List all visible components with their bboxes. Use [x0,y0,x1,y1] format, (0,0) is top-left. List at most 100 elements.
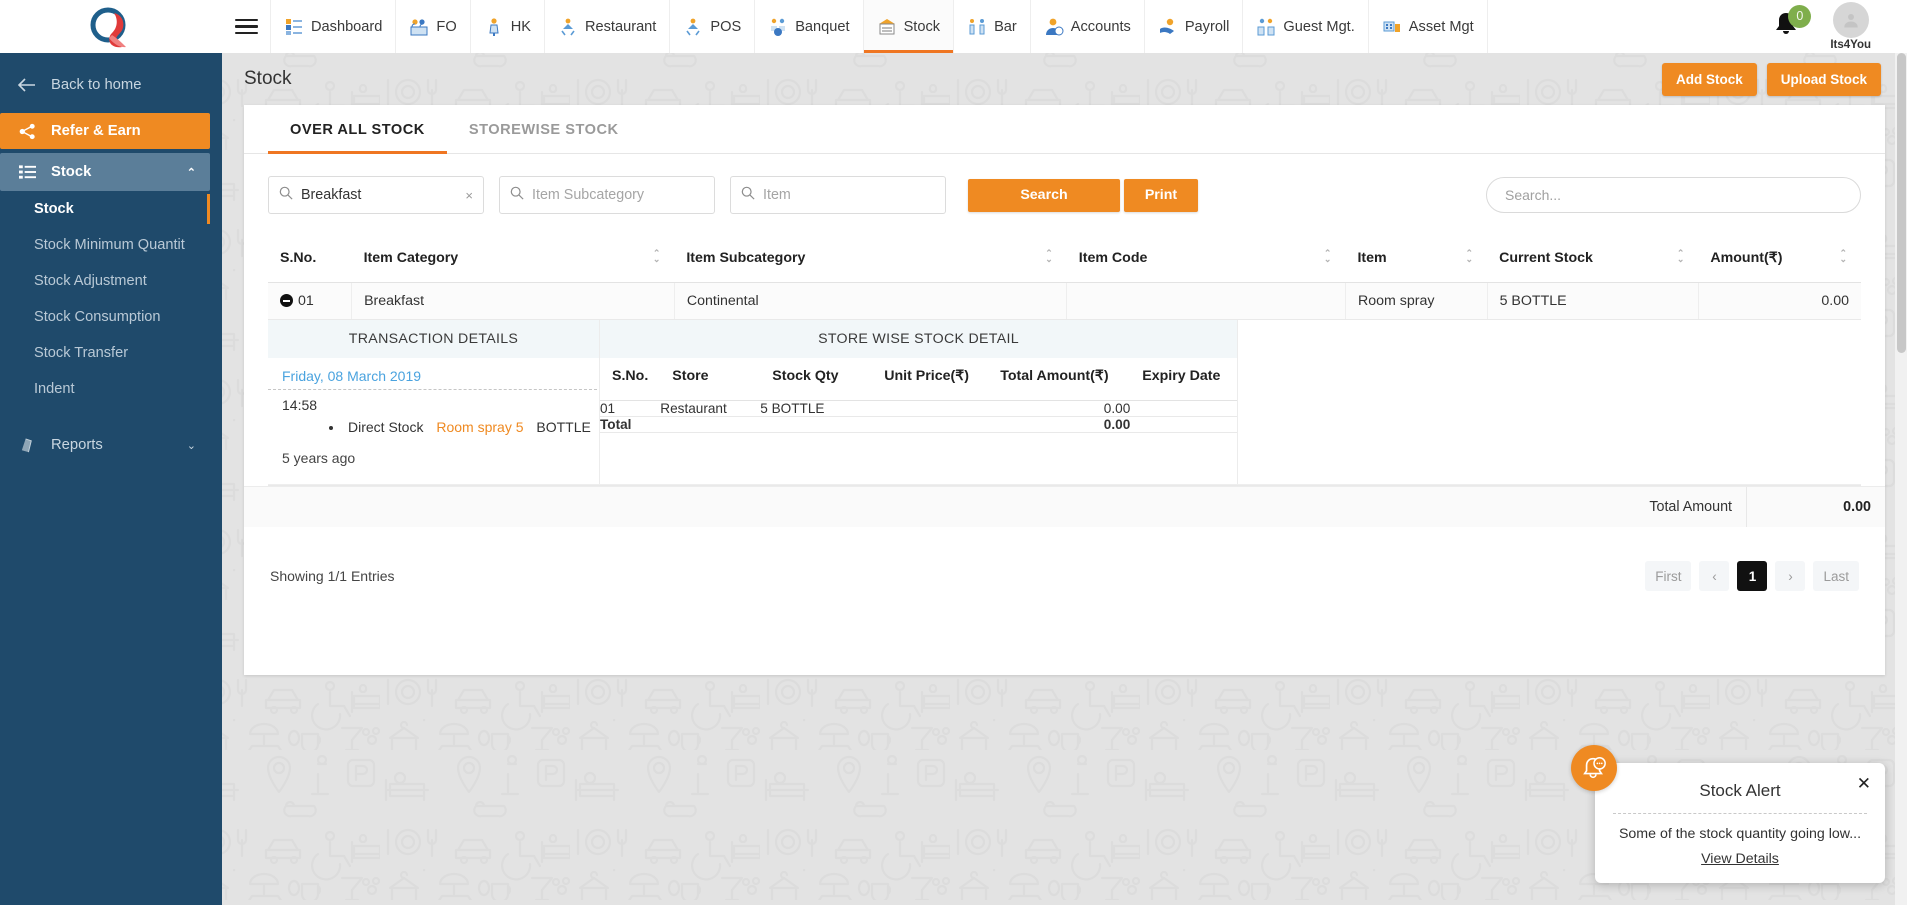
tab-over-all-stock[interactable]: OVER ALL STOCK [268,105,447,154]
transaction-time: 14:58 [282,397,318,413]
sidebar-sub-label: Stock Transfer [34,345,129,361]
search-button[interactable]: Search [968,178,1120,212]
clear-category-icon[interactable]: × [457,188,473,203]
sort-amount-icon[interactable]: ⌃ ⌄ [1839,249,1847,264]
pagination-next[interactable]: › [1775,561,1806,591]
upload-stock-button[interactable]: Upload Stock [1766,62,1881,96]
th-current-stock[interactable]: Current Stock ⌃ ⌄ [1487,240,1699,283]
sort-current-stock-icon[interactable]: ⌃ ⌄ [1677,249,1685,264]
pagination-prev[interactable]: ‹ [1699,561,1730,591]
page-scrollbar[interactable] [1895,53,1907,905]
view-details-link[interactable]: View Details [1613,851,1867,867]
sw-cell-stock-qty: 5 BOTTLE [760,400,873,417]
sidebar-group-reports[interactable]: Reports ⌄ [0,425,222,465]
row-sno: 01 [298,293,314,309]
app-logo[interactable] [0,0,222,53]
storewise-stock-detail-panel: STORE WISE STOCK DETAIL S.No. Store Stoc… [600,320,1238,484]
scrollbar-thumb[interactable] [1897,53,1906,353]
th-label: Item Subcategory [686,250,806,266]
pagination-page-1[interactable]: 1 [1737,561,1768,591]
nav-item-hk[interactable]: HK [469,0,544,53]
housekeeping-icon [489,17,499,36]
table-search-input[interactable] [1486,177,1861,213]
sidebar-group-stock[interactable]: Stock ⌃ [0,153,210,191]
top-bar-right-section: 0 Its4You [1772,0,1907,53]
sw-cell-unit-price [872,400,989,417]
th-item-subcategory[interactable]: Item Subcategory ⌃ ⌄ [674,240,1067,283]
sidebar-item-back-to-home[interactable]: Back to home [0,65,222,105]
sort-item-subcategory-icon[interactable]: ⌃ ⌄ [1045,249,1053,264]
th-amount[interactable]: Amount(₹) ⌃ ⌄ [1698,240,1861,283]
sort-item-icon[interactable]: ⌃ ⌄ [1466,249,1474,264]
collapse-row-icon[interactable] [280,294,293,307]
nav-item-payroll[interactable]: Payroll [1143,0,1243,53]
nav-item-asset-mgt[interactable]: Asset Mgt [1367,0,1488,53]
sw-th-expiry-date: Expiry Date [1130,358,1237,401]
th-item-category[interactable]: Item Category ⌃ ⌄ [351,240,675,283]
add-stock-button[interactable]: Add Stock [1661,62,1757,96]
nav-item-restaurant[interactable]: Restaurant [543,0,669,53]
nav-item-guest-mgt[interactable]: Guest Mgt. [1242,0,1367,53]
filter-bar: Breakfast × Item Subcategory Item Search… [244,154,1885,214]
transaction-type: Direct Stock [348,419,424,435]
tab-storewise-stock[interactable]: STOREWISE STOCK [447,105,641,153]
th-item-code[interactable]: Item Code ⌃ ⌄ [1066,240,1346,283]
cell-item-code [1066,282,1346,320]
close-icon[interactable]: ✕ [1857,775,1871,792]
cell-item: Room spray [1345,282,1488,320]
item-category-select[interactable]: Breakfast × [268,176,484,214]
user-profile[interactable]: Its4You [1830,2,1871,51]
nav-item-label: POS [710,18,742,35]
nav-item-stock[interactable]: Stock [862,0,954,53]
pagination-last[interactable]: Last [1813,561,1859,591]
th-label: S.No. [280,250,317,266]
notifications-button[interactable]: 0 [1772,4,1812,44]
nav-item-fo[interactable]: FO [395,0,469,53]
sidebar-back-label: Back to home [51,77,142,93]
th-item[interactable]: Item ⌃ ⌄ [1345,240,1488,283]
nav-item-accounts[interactable]: Accounts [1029,0,1144,53]
nav-item-pos[interactable]: POS [669,0,754,53]
sidebar-refer-label: Refer & Earn [51,123,141,139]
item-subcategory-select[interactable]: Item Subcategory [499,176,715,214]
dashboard-icon [286,18,302,35]
top-nav-items: Dashboard FO HK Restaurant POS Banquet S… [270,0,1488,53]
sidebar-item-refer-and-earn[interactable]: Refer & Earn [0,113,210,149]
cell-current-stock: 5 BOTTLE [1487,282,1699,320]
sidebar-item-stock-transfer[interactable]: Stock Transfer [0,335,222,371]
item-select[interactable]: Item [730,176,946,214]
sidebar-item-indent[interactable]: Indent [0,371,222,407]
storewise-title: STORE WISE STOCK DETAIL [600,320,1237,358]
storewise-table: S.No. Store Stock Qty Unit Price(₹) Tota… [600,358,1237,433]
sw-th-unit-price: Unit Price(₹) [872,358,989,401]
nav-item-label: HK [510,18,531,35]
sidebar-item-stock-minimum-quantity[interactable]: Stock Minimum Quantit [0,227,222,263]
sort-item-code-icon[interactable]: ⌃ ⌄ [1324,249,1332,264]
sidebar-sub-label: Indent [34,381,75,397]
avatar [1832,2,1869,38]
stock-table-head: S.No. Item Category ⌃ ⌄ Item Subcategory … [268,240,1861,283]
stock-icon [878,18,895,34]
sidebar-item-stock-adjustment[interactable]: Stock Adjustment [0,263,222,299]
th-label: Item Code [1078,250,1148,266]
nav-item-bar[interactable]: Bar [953,0,1030,53]
sidebar-item-stock-consumption[interactable]: Stock Consumption [0,299,222,335]
sort-item-category-icon[interactable]: ⌃ ⌄ [653,249,661,264]
nav-item-banquet[interactable]: Banquet [754,0,862,53]
storewise-row: 01 Restaurant 5 BOTTLE 0.00 [600,400,1237,417]
transaction-date[interactable]: Friday, 08 March 2019 [282,368,599,389]
nav-item-dashboard[interactable]: Dashboard [270,0,395,53]
user-icon [1843,14,1858,28]
stock-alert-toast: ✕ Stock Alert Some of the stock quantity… [1571,745,1885,883]
sidebar-item-stock[interactable]: Stock [0,191,222,227]
menu-icon[interactable] [222,0,270,53]
print-button[interactable]: Print [1124,178,1198,212]
table-footer: Showing 1/1 Entries First ‹ 1 › Last [244,527,1885,621]
table-row[interactable]: 01 Breakfast Continental Room spray 5 BO… [268,282,1861,320]
pagination-first[interactable]: First [1645,561,1692,591]
total-amount-label: Total Amount [1555,487,1747,527]
accounts-icon [1045,18,1064,35]
total-amount-value: 0.00 [1843,499,1871,515]
sidebar-group-label: Stock [51,164,92,180]
page-header-actions: Add Stock Upload Stock [1661,62,1907,96]
